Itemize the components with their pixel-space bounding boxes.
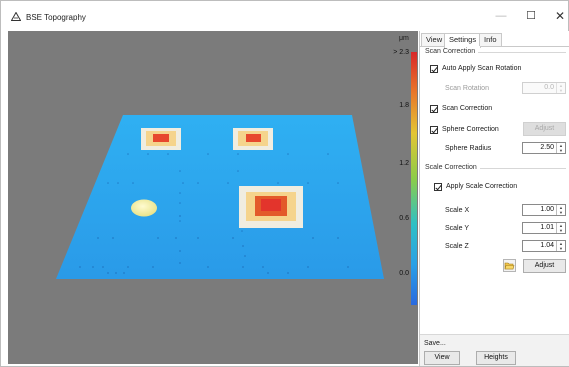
scan-rotation-label: Scan Rotation <box>445 85 489 92</box>
triangle-app-icon <box>11 12 21 21</box>
spin-arrows-icon[interactable]: ▲ ▼ <box>556 205 565 215</box>
scale-x-value: 1.00 <box>540 206 554 213</box>
bse-topography-window: BSE Topography — ☐ ✕ μm > 2.3 1.8 1.2 0.… <box>0 0 569 367</box>
scan-rotation-spinbox[interactable]: 0.0 ▲ ▼ <box>522 82 566 94</box>
apply-scale-correction-checkbox[interactable] <box>434 183 442 191</box>
sphere-radius-value: 2.50 <box>540 144 554 151</box>
square-feature-2 <box>233 128 273 150</box>
sphere-correction-checkbox[interactable] <box>430 126 438 134</box>
colorbar-unit: μm <box>399 35 409 42</box>
sphere-radius-spinbox[interactable]: 2.50 ▲ ▼ <box>522 142 566 154</box>
window-title: BSE Topography <box>26 13 86 22</box>
apply-scale-correction-label: Apply Scale Correction <box>446 183 518 190</box>
sphere-feature <box>131 199 157 217</box>
scale-x-spinbox[interactable]: 1.00 ▲ ▼ <box>522 204 566 216</box>
tab-settings[interactable]: Settings <box>444 33 482 48</box>
spin-arrows-icon[interactable]: ▲ ▼ <box>556 143 565 153</box>
sample-surface-plane <box>56 115 384 279</box>
save-title: Save... <box>424 340 446 347</box>
scale-z-spinbox[interactable]: 1.04 ▲ ▼ <box>522 240 566 252</box>
save-heights-button[interactable]: Heights <box>476 351 516 365</box>
title-bar[interactable]: BSE Topography — ☐ ✕ <box>1 1 568 29</box>
save-section: Save... View Heights <box>420 334 569 366</box>
scale-adjust-button[interactable]: Adjust <box>523 259 566 273</box>
scale-y-label: Scale Y <box>445 225 469 232</box>
scale-y-spinbox[interactable]: 1.01 ▲ ▼ <box>522 222 566 234</box>
load-folder-button[interactable] <box>503 259 516 272</box>
spin-arrows-icon[interactable]: ▲ ▼ <box>556 241 565 251</box>
colorbar-label: 1.8 <box>399 102 409 109</box>
close-button[interactable]: ✕ <box>542 7 569 25</box>
scale-x-label: Scale X <box>445 207 470 214</box>
tab-info[interactable]: Info <box>479 33 502 46</box>
scan-correction-label: Scan Correction <box>442 105 493 112</box>
scale-z-value: 1.04 <box>540 242 554 249</box>
auto-apply-scan-rotation-label: Auto Apply Scan Rotation <box>442 65 522 72</box>
scan-rotation-value: 0.0 <box>544 84 554 91</box>
tab-bar: View Settings Info <box>420 33 569 48</box>
topography-3d-viewport[interactable]: μm > 2.3 1.8 1.2 0.6 0.0 <box>8 31 418 364</box>
sphere-adjust-button[interactable]: Adjust <box>523 122 566 136</box>
colorbar-label-min: 0.0 <box>399 270 409 277</box>
colorbar-label-max: > 2.3 <box>393 49 409 56</box>
scale-y-value: 1.01 <box>540 224 554 231</box>
colorbar-label: 0.6 <box>399 215 409 222</box>
auto-apply-scan-rotation-checkbox[interactable] <box>430 65 438 73</box>
scale-correction-group-title: Scale Correction <box>425 164 477 171</box>
folder-open-icon <box>504 262 515 270</box>
square-feature-1 <box>141 128 181 150</box>
scale-z-label: Scale Z <box>445 243 469 250</box>
spin-arrows-icon[interactable]: ▲ ▼ <box>556 83 565 93</box>
height-colorbar <box>411 52 417 305</box>
square-feature-3 <box>239 186 303 228</box>
group-divider <box>480 168 566 169</box>
sphere-correction-label: Sphere Correction <box>442 126 499 133</box>
settings-panel: View Settings Info Scan Correction Auto … <box>419 31 569 366</box>
save-view-button[interactable]: View <box>424 351 460 365</box>
colorbar-label: 1.2 <box>399 160 409 167</box>
group-divider <box>478 52 566 53</box>
spin-arrows-icon[interactable]: ▲ ▼ <box>556 223 565 233</box>
scan-correction-checkbox[interactable] <box>430 105 438 113</box>
topography-surface[interactable] <box>8 31 418 364</box>
sphere-radius-label: Sphere Radius <box>445 145 492 152</box>
scan-correction-group-title: Scan Correction <box>425 48 476 55</box>
